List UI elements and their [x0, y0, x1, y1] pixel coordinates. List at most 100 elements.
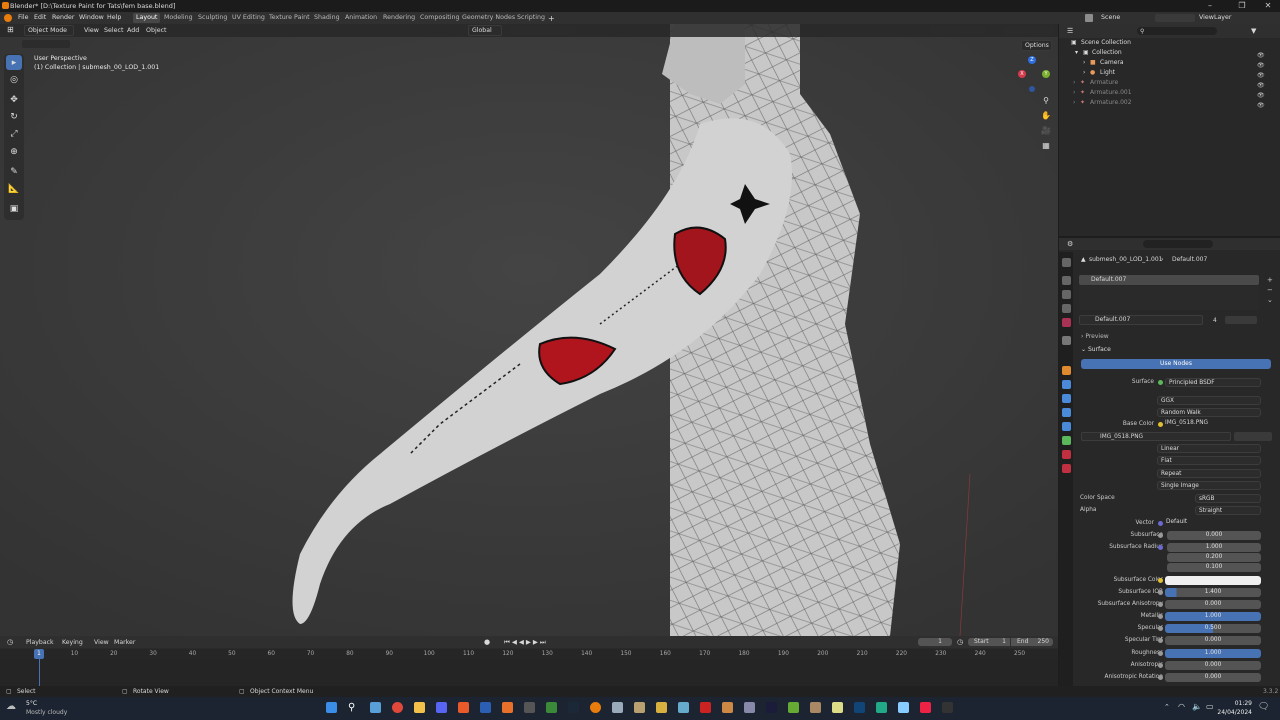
- tab-shading[interactable]: Shading: [311, 13, 343, 23]
- weather-icon[interactable]: ☁: [6, 701, 16, 712]
- app-icon[interactable]: [920, 702, 931, 713]
- volume-icon[interactable]: 🔈: [1192, 702, 1202, 711]
- anisotropic-rotation-field[interactable]: 0.000: [1165, 673, 1261, 682]
- chrome-icon[interactable]: [392, 702, 403, 713]
- gizmo-neg-z[interactable]: [1029, 86, 1035, 92]
- start-frame-field[interactable]: Start 1: [968, 638, 1010, 646]
- filter-icon[interactable]: ▼: [1251, 27, 1256, 35]
- color-space-dropdown[interactable]: sRGB: [1195, 494, 1261, 503]
- slot-add-remove-buttons[interactable]: + − ⌄: [1267, 275, 1276, 305]
- interpolation-dropdown[interactable]: Linear: [1157, 444, 1261, 453]
- camera-view-icon[interactable]: 🎥: [1039, 126, 1053, 140]
- outliner-row-armature[interactable]: › ✦ Armature: [1059, 79, 1280, 89]
- app-icon[interactable]: [656, 702, 667, 713]
- tab-scripting[interactable]: Scripting: [514, 13, 548, 23]
- subsurface-ior-field[interactable]: 1.400: [1165, 588, 1261, 597]
- output-tab-icon[interactable]: [1062, 290, 1071, 299]
- end-frame-field[interactable]: End 250: [1011, 638, 1053, 646]
- app-icon[interactable]: [788, 702, 799, 713]
- surface-shader-dropdown[interactable]: Principled BSDF: [1165, 378, 1261, 387]
- blender-taskbar-icon[interactable]: [590, 702, 601, 713]
- material-slot-list-item[interactable]: Default.007: [1079, 275, 1259, 285]
- navigation-gizmo[interactable]: Z Y X: [1014, 54, 1054, 94]
- scene-tab-icon[interactable]: [1062, 318, 1071, 327]
- properties-editor-icon[interactable]: ⚙: [1067, 240, 1073, 248]
- app-icon[interactable]: [612, 702, 623, 713]
- subsurface-field[interactable]: 0.000: [1167, 531, 1261, 540]
- close-button[interactable]: ✕: [1254, 1, 1280, 10]
- tab-animation[interactable]: Animation: [342, 13, 380, 23]
- outliner-row-armature-002[interactable]: › ✦ Armature.002: [1059, 99, 1280, 109]
- tab-geometry-nodes[interactable]: Geometry Nodes: [459, 13, 518, 23]
- tab-uv-editing[interactable]: UV Editing: [229, 13, 268, 23]
- app-icon[interactable]: [854, 702, 865, 713]
- render-tab-icon[interactable]: [1062, 276, 1071, 285]
- object-tab-icon[interactable]: [1062, 366, 1071, 375]
- copilot-icon[interactable]: [370, 702, 381, 713]
- tab-rendering[interactable]: Rendering: [380, 13, 418, 23]
- move-tool-icon[interactable]: ✥: [6, 92, 22, 107]
- gizmo-z-axis[interactable]: Z: [1028, 56, 1036, 64]
- menu-object[interactable]: Object: [146, 27, 167, 34]
- mode-dropdown[interactable]: Object Mode: [24, 25, 74, 36]
- view-layer-tab-icon[interactable]: [1062, 304, 1071, 313]
- editor-type-icon[interactable]: ⊞: [7, 25, 14, 34]
- tab-compositing[interactable]: Compositing: [417, 13, 462, 23]
- subsurface-method-dropdown[interactable]: Random Walk: [1157, 408, 1261, 417]
- maximize-button[interactable]: ❐: [1228, 1, 1256, 10]
- data-tab-icon[interactable]: [1062, 436, 1071, 445]
- subsurface-radius-x-field[interactable]: 1.000: [1167, 543, 1261, 552]
- snapping-controls[interactable]: [510, 26, 576, 35]
- app-icon[interactable]: [832, 702, 843, 713]
- scene-buttons[interactable]: [1155, 14, 1195, 22]
- menu-view[interactable]: View: [84, 27, 99, 34]
- anisotropic-field[interactable]: 0.000: [1165, 661, 1261, 670]
- gizmo-x-axis[interactable]: X: [1018, 70, 1026, 78]
- start-button-icon[interactable]: [326, 702, 337, 713]
- gizmo-y-axis[interactable]: Y: [1042, 70, 1050, 78]
- menu-marker[interactable]: Marker: [114, 639, 135, 646]
- playback-controls[interactable]: ⏮◀◀▶▶⏭: [504, 638, 564, 646]
- image-datablock-field[interactable]: IMG_0518.PNG: [1081, 432, 1231, 441]
- app-icon[interactable]: [766, 702, 777, 713]
- clock-date[interactable]: 24/04/2024: [1214, 709, 1252, 716]
- app-icon[interactable]: [634, 702, 645, 713]
- menu-keying[interactable]: Keying: [62, 639, 83, 646]
- outliner-row-light[interactable]: › ● Light: [1059, 69, 1280, 79]
- specular-field[interactable]: 0.500: [1165, 624, 1261, 633]
- rotate-tool-icon[interactable]: ↻: [6, 109, 22, 124]
- menu-select[interactable]: Select: [104, 27, 123, 34]
- app-icon[interactable]: [678, 702, 689, 713]
- material-users-count[interactable]: 4: [1213, 318, 1217, 324]
- minimize-button[interactable]: –: [1196, 1, 1224, 10]
- extension-dropdown[interactable]: Repeat: [1157, 469, 1261, 478]
- specular-tint-field[interactable]: 0.000: [1165, 636, 1261, 645]
- tab-sculpting[interactable]: Sculpting: [195, 13, 230, 23]
- tab-texture-paint[interactable]: Texture Paint: [266, 13, 313, 23]
- pan-hand-icon[interactable]: ✋: [1039, 111, 1053, 125]
- outliner-editor-icon[interactable]: ☰: [1067, 27, 1073, 35]
- visibility-toggles[interactable]: 👁 👁 👁 👁 👁 👁: [1257, 51, 1273, 109]
- annotate-tool-icon[interactable]: ✎: [6, 164, 22, 179]
- source-dropdown[interactable]: Single Image: [1157, 481, 1261, 490]
- select-box-tool-icon[interactable]: ▸: [6, 55, 22, 70]
- app-icon[interactable]: [502, 702, 513, 713]
- timeline-track-area[interactable]: [0, 659, 1058, 686]
- tab-modeling[interactable]: Modeling: [161, 13, 196, 23]
- app-icon[interactable]: [810, 702, 821, 713]
- app-icon[interactable]: [524, 702, 535, 713]
- weather-temp[interactable]: 5°C: [26, 700, 37, 707]
- measure-tool-icon[interactable]: 📐: [6, 181, 22, 196]
- battery-icon[interactable]: ▭: [1206, 702, 1214, 711]
- subsurface-color-swatch[interactable]: [1165, 576, 1261, 585]
- scene-name[interactable]: Scene: [1101, 14, 1120, 21]
- word-icon[interactable]: [480, 702, 491, 713]
- subsurface-radius-y-field[interactable]: 0.200: [1167, 553, 1261, 562]
- options-dropdown[interactable]: Options: [1021, 40, 1052, 51]
- texture-tab-icon[interactable]: [1062, 464, 1071, 473]
- search-icon[interactable]: ⚲: [348, 702, 359, 713]
- surface-panel-header[interactable]: ⌄ Surface: [1081, 346, 1111, 353]
- selection-mode-buttons[interactable]: [22, 40, 70, 48]
- shading-mode-buttons[interactable]: [1004, 26, 1054, 35]
- distribution-dropdown[interactable]: GGX: [1157, 396, 1261, 405]
